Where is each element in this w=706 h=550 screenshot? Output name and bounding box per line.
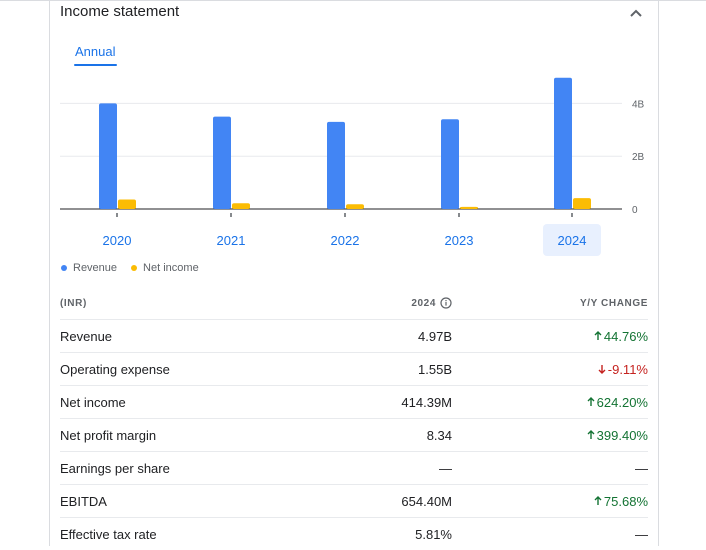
row-change: 624.20% [452, 395, 648, 410]
bar-revenue-2023 [441, 119, 459, 209]
bar-net-income-2024 [573, 198, 591, 209]
table-row: Net income 414.39M 624.20% [60, 386, 648, 419]
row-value: 414.39M [401, 394, 452, 410]
year-button-2020[interactable]: 2020 [88, 224, 146, 256]
table-row: Earnings per share — — [60, 452, 648, 485]
y-tick-label: 0 [632, 205, 638, 216]
table-row: Effective tax rate 5.81% — [60, 518, 648, 550]
table-header: (INR) 2024 Y/Y CHANGE [60, 287, 648, 320]
year-button-2024[interactable]: 2024 [543, 224, 601, 256]
row-change-value: 624.20% [596, 394, 648, 410]
arrow-up-icon [594, 331, 602, 341]
bar-net-income-2021 [232, 203, 250, 209]
legend-dot-net-income [131, 265, 138, 271]
row-change: 44.76% [452, 329, 648, 344]
income-chart: 0 2B 4B [60, 77, 645, 217]
row-change: — [452, 461, 648, 476]
row-value: 1.55B [418, 361, 452, 377]
legend-label-net-income: Net income [143, 262, 199, 274]
arrow-down-icon [598, 364, 606, 374]
income-table: (INR) 2024 Y/Y CHANGE Revenue 4.97B 44.76%… [60, 287, 648, 550]
header-year-label: 2024 [411, 297, 436, 309]
row-change: 399.40% [452, 428, 648, 443]
bar-revenue-2022 [327, 121, 345, 209]
info-icon[interactable] [440, 297, 452, 309]
bar-revenue-2020 [99, 103, 117, 209]
row-label: Net income [60, 394, 126, 410]
row-value: 5.81% [415, 526, 452, 542]
header-yoy-change: Y/Y CHANGE [579, 297, 648, 309]
row-change: -9.11% [452, 362, 648, 377]
row-value: 8.34 [426, 427, 452, 443]
bar-net-income-2022 [346, 204, 364, 209]
row-value: 4.97B [418, 328, 452, 344]
row-change: — [452, 527, 648, 542]
row-label: Earnings per share [60, 460, 170, 476]
row-value: 654.40M [401, 493, 452, 509]
table-row: Operating expense 1.55B -9.11% [60, 353, 648, 386]
arrow-up-icon [594, 496, 602, 506]
row-label: Operating expense [60, 361, 170, 377]
header-year: 2024 [320, 297, 452, 309]
row-label: Effective tax rate [60, 526, 157, 542]
bar-revenue-2021 [213, 116, 231, 209]
table-row: Net profit margin 8.34 399.40% [60, 419, 648, 452]
y-tick-label: 2B [632, 152, 645, 163]
row-value: — [439, 460, 452, 476]
chart-legend: Revenue Net income [61, 261, 213, 275]
row-change-value: — [635, 526, 648, 542]
legend-item-revenue: Revenue [61, 261, 117, 275]
arrow-up-icon [587, 430, 595, 440]
row-change-value: 399.40% [596, 427, 648, 443]
row-change-value: 75.68% [603, 493, 648, 509]
row-change: 75.68% [452, 494, 648, 509]
row-label: EBITDA [60, 493, 107, 509]
header-currency: (INR) [60, 297, 87, 309]
legend-label-revenue: Revenue [73, 262, 118, 274]
row-change-value: 44.76% [603, 328, 648, 344]
table-row: Revenue 4.97B 44.76% [60, 320, 648, 353]
row-label: Revenue [60, 328, 113, 344]
row-change-value: -9.11% [607, 361, 648, 377]
table-row: EBITDA 654.40M 75.68% [60, 485, 648, 518]
bar-revenue-2024 [554, 77, 572, 210]
row-change-value: — [635, 460, 648, 476]
bar-net-income-2023 [460, 206, 478, 209]
legend-item-net-income: Net income [131, 261, 199, 275]
year-button-2021[interactable]: 2021 [202, 224, 260, 256]
year-button-2023[interactable]: 2023 [430, 224, 488, 256]
year-button-2022[interactable]: 2022 [316, 224, 374, 256]
row-label: Net profit margin [60, 427, 157, 443]
y-tick-label: 4B [632, 99, 645, 110]
arrow-up-icon [587, 397, 595, 407]
bar-net-income-2020 [118, 199, 136, 209]
legend-dot-revenue [61, 265, 67, 271]
